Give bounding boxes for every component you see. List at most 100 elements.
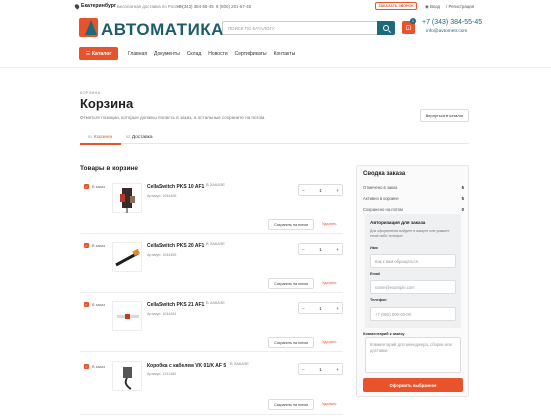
search-button[interactable] <box>377 21 395 35</box>
order-badge: В ЗАКАЗЕ <box>230 361 249 366</box>
search-input[interactable]: ПОИСК ПО КАТАЛОГУ <box>222 21 378 35</box>
topbar-phone-2[interactable]: 8 (800) 201-67-45 <box>216 4 251 9</box>
register-link[interactable]: / Регистрация <box>446 4 474 9</box>
logo-text[interactable]: АВТОМАТИКА <box>101 20 224 40</box>
tab-cart-number: 01 <box>88 135 92 139</box>
auth-description: Для оформления войдите в аккаунт или ука… <box>370 229 450 238</box>
in-order-checkbox[interactable]: ✓ <box>84 302 89 307</box>
back-to-catalog-button[interactable]: Вернуться в каталог <box>420 109 469 122</box>
minus-icon[interactable]: − <box>302 247 305 252</box>
checkout-tabs: 01 Корзина 02 Доставка <box>80 130 469 144</box>
order-badge: В ЗАКАЗЕ <box>206 182 225 187</box>
product-article: Артикул: 1044454 <box>147 312 176 316</box>
comment-label: Комментарий к заказу <box>363 332 405 336</box>
plus-icon[interactable]: + <box>336 188 339 193</box>
header-phone[interactable]: +7 (343) 384-55-45 <box>422 19 482 26</box>
header-email[interactable]: info@avtometr.com <box>426 29 467 34</box>
product-article: Артикул: 1044455 <box>147 253 176 257</box>
save-for-later-button[interactable]: Сохранить на потом <box>268 219 314 230</box>
summary-value: 5 <box>461 185 464 190</box>
order-badge: В ЗАКАЗЕ <box>206 300 225 305</box>
nav-item-documents[interactable]: Документы <box>154 51 180 57</box>
in-order-checkbox[interactable]: ✓ <box>84 364 89 369</box>
submit-order-button[interactable]: Оформить выбранное <box>363 378 463 392</box>
check-icon: ✓ <box>84 302 88 307</box>
article-value: 1044454 <box>162 312 177 316</box>
save-for-later-button[interactable]: Сохранить на потом <box>268 399 314 410</box>
tab-delivery-number: 02 <box>126 135 130 139</box>
product-thumbnail[interactable] <box>112 301 142 331</box>
delete-button[interactable]: Удалить <box>322 340 337 344</box>
in-order-checkbox[interactable]: ✓ <box>84 243 89 248</box>
plus-icon[interactable]: + <box>336 367 339 372</box>
product-name[interactable]: Коробка с кабелем VK 01/K AF 5 <box>147 363 226 369</box>
in-order-checkbox[interactable]: ✓ <box>84 184 89 189</box>
auth-panel: Авторизация для заказа Для оформления во… <box>365 214 461 328</box>
product-name[interactable]: CellaSwitch PKS 10 AF1 <box>147 184 204 190</box>
auth-title: Авторизация для заказа <box>370 220 426 225</box>
nav-item-news[interactable]: Новости <box>208 51 227 57</box>
city-selector[interactable]: Екатеринбург <box>73 2 116 10</box>
check-icon: ✓ <box>84 364 88 369</box>
tab-delivery[interactable]: 02 Доставка <box>126 131 153 143</box>
logo-mark-icon[interactable] <box>79 18 98 37</box>
catalog-button[interactable]: ☰ Каталог <box>79 47 118 60</box>
minus-icon[interactable]: − <box>302 188 305 193</box>
email-label: Email <box>370 272 381 276</box>
location-pin-icon <box>73 2 81 10</box>
plus-icon[interactable]: + <box>336 306 339 311</box>
nav-item-warehouse[interactable]: Склад <box>187 51 201 57</box>
shipping-note: Бесплатная доставка по России: <box>117 3 184 9</box>
quantity-value[interactable]: 1 <box>319 247 322 252</box>
product-thumbnail[interactable] <box>112 361 142 391</box>
nav-item-home[interactable]: Главная <box>128 51 147 57</box>
search-icon <box>383 25 389 31</box>
phone-field[interactable]: +7 (900) 000-00-00 <box>370 307 456 321</box>
article-value: 1131480 <box>162 372 177 376</box>
cart-item: ✓ В заказ CellaSwitch PKS 20 AF1 В ЗАКАЗ… <box>80 237 343 293</box>
minus-icon[interactable]: − <box>302 367 305 372</box>
topbar-phone-1[interactable]: +7 (343) 384-55-45 <box>176 4 214 9</box>
summary-label: Отмечено в заказ <box>363 185 398 190</box>
menu-icon: ☰ <box>85 50 91 57</box>
page-title: Корзина <box>80 96 134 111</box>
callback-button[interactable]: ЗАКАЗАТЬ ЗВОНОК <box>375 1 417 10</box>
quantity-value[interactable]: 1 <box>319 306 322 311</box>
email-field[interactable]: name@example.com <box>370 280 456 294</box>
plus-icon[interactable]: + <box>336 247 339 252</box>
name-label: Имя <box>370 246 378 250</box>
quantity-stepper[interactable]: − 1 + <box>298 363 343 375</box>
product-name[interactable]: CellaSwitch PKS 21 AF1 <box>147 302 204 308</box>
cart-count-badge: 1 <box>410 18 416 24</box>
quantity-stepper[interactable]: − 1 + <box>298 243 343 255</box>
product-thumbnail[interactable] <box>112 242 142 272</box>
minus-icon[interactable]: − <box>302 306 305 311</box>
comment-field[interactable]: Комментарий для менеджера, сборки или до… <box>365 337 461 373</box>
login-link[interactable]: ◉ Вход <box>425 4 440 10</box>
article-prefix: Артикул: <box>147 372 162 376</box>
delete-button[interactable]: Удалить <box>322 222 337 226</box>
name-field[interactable]: Как к вам обращаться <box>370 254 456 268</box>
summary-row-saved: Сохранено на потом 0 <box>363 207 464 212</box>
breadcrumb[interactable]: КОРЗИНА <box>80 91 101 95</box>
nav-item-contacts[interactable]: Контакты <box>274 51 296 57</box>
cart-item: ✓ В заказ CellaSwitch PKS 10 AF1 В ЗАКАЗ… <box>80 178 343 234</box>
article-prefix: Артикул: <box>147 194 162 198</box>
check-icon: ✓ <box>84 243 88 248</box>
tab-cart[interactable]: 01 Корзина <box>88 131 112 143</box>
save-for-later-button[interactable]: Сохранить на потом <box>268 278 314 289</box>
quantity-stepper[interactable]: − 1 + <box>298 184 343 196</box>
tab-delivery-label: Доставка <box>131 134 153 140</box>
product-name[interactable]: CellaSwitch PKS 20 AF1 <box>147 243 204 249</box>
top-bar: Екатеринбург Бесплатная доставка по Росс… <box>0 0 551 12</box>
nav-item-certificates[interactable]: Сертификаты <box>235 51 267 57</box>
save-for-later-button[interactable]: Сохранить на потом <box>268 337 314 348</box>
quantity-value[interactable]: 1 <box>319 367 322 372</box>
quantity-stepper[interactable]: − 1 + <box>298 302 343 314</box>
delete-button[interactable]: Удалить <box>322 402 337 406</box>
delete-button[interactable]: Удалить <box>322 281 337 285</box>
tab-cart-label: Корзина <box>93 134 113 140</box>
quantity-value[interactable]: 1 <box>319 188 322 193</box>
product-thumbnail[interactable] <box>112 183 142 213</box>
summary-row-selected: Отмечено в заказ 5 <box>363 185 464 190</box>
